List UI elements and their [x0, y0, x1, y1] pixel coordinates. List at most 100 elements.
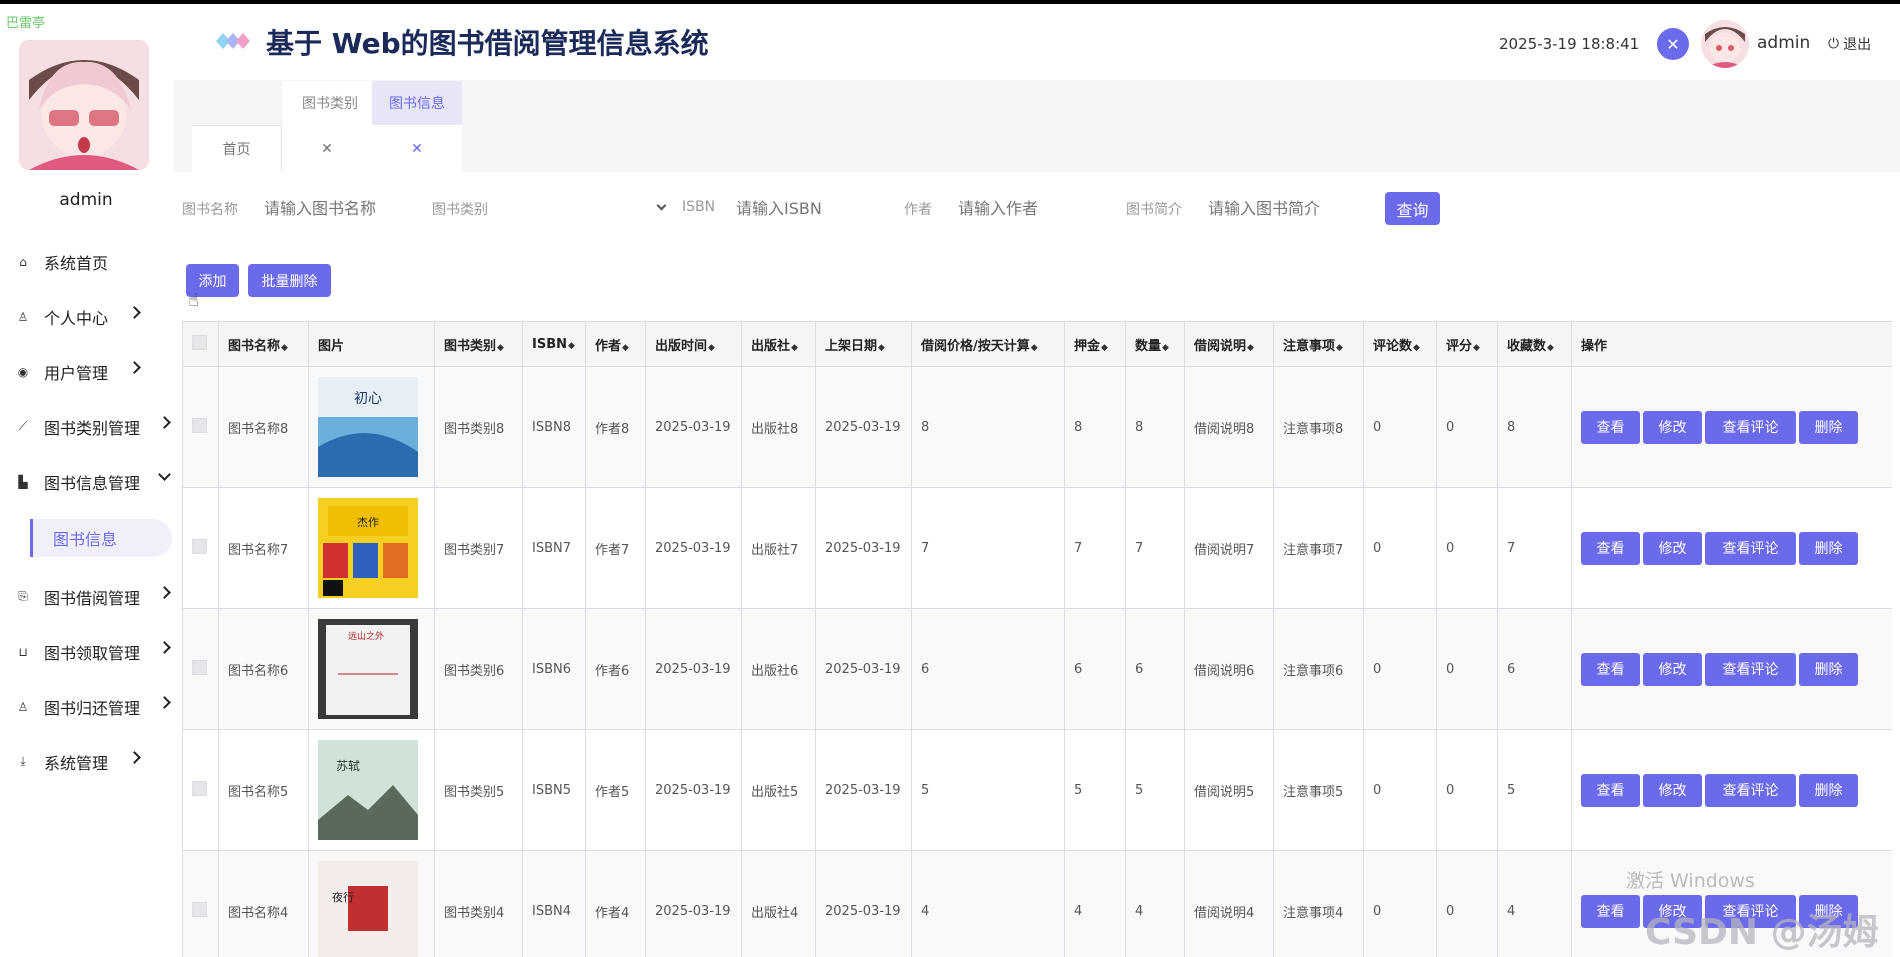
cell-caution: 注意事项6 — [1273, 608, 1364, 730]
header-score[interactable]: 评分◆ — [1436, 321, 1498, 367]
delete-button[interactable]: 删除 — [1799, 652, 1858, 686]
cell-borrow-note: 借阅说明5 — [1184, 729, 1274, 851]
view-button[interactable]: 查看 — [1581, 894, 1640, 928]
header-avatar[interactable] — [1701, 20, 1749, 68]
header-book-name[interactable]: 图书名称◆ — [218, 321, 309, 367]
tab-close-info[interactable]: ✕ — [372, 125, 462, 172]
row-checkbox[interactable] — [192, 780, 207, 796]
select-all-checkbox[interactable] — [192, 334, 207, 350]
table-row: 图书名称8 初心 图书类别8 ISBN8 作者8 2025-03-19 出版社8… — [182, 366, 1892, 488]
header-deposit[interactable]: 押金◆ — [1064, 321, 1126, 367]
menu-item-system[interactable]: ⤓ 系统管理 — [0, 734, 172, 789]
header-shelf-date[interactable]: 上架日期◆ — [815, 321, 912, 367]
cell-price: 4 — [911, 850, 1065, 957]
chevron-down-icon[interactable] — [656, 200, 667, 211]
header-isbn[interactable]: ISBN◆ — [522, 321, 586, 367]
power-icon: ⏻ — [1828, 36, 1840, 52]
delete-button[interactable]: 删除 — [1799, 531, 1858, 565]
row-checkbox[interactable] — [192, 901, 207, 917]
header-favorites[interactable]: 收藏数◆ — [1497, 321, 1572, 367]
cell-book-name: 图书名称5 — [218, 729, 309, 851]
author-input[interactable] — [958, 193, 1108, 223]
header-publish-date[interactable]: 出版时间◆ — [645, 321, 742, 367]
sort-icon: ◆ — [568, 340, 575, 351]
row-checkbox[interactable] — [192, 538, 207, 554]
sort-icon: ◆ — [281, 342, 288, 353]
batch-delete-button[interactable]: 批量删除 — [248, 264, 331, 297]
row-checkbox[interactable] — [192, 659, 207, 675]
cell-publisher: 出版社4 — [741, 850, 816, 957]
header-borrow-note[interactable]: 借阅说明◆ — [1184, 321, 1274, 367]
view-button[interactable]: 查看 — [1581, 773, 1640, 807]
tab-close-category[interactable]: ✕ — [282, 125, 372, 172]
tab-home[interactable]: 首页 — [192, 125, 282, 172]
chevron-down-icon — [158, 468, 171, 481]
menu-item-return[interactable]: ♙ 图书归还管理 — [0, 679, 172, 734]
isbn-input[interactable] — [736, 193, 886, 223]
cell-book-name: 图书名称6 — [218, 608, 309, 730]
logout-button[interactable]: ⏻ 退出 — [1828, 34, 1871, 54]
delete-button[interactable]: 删除 — [1799, 410, 1858, 444]
book-cover-icon[interactable]: 初心 — [318, 377, 418, 477]
delete-button[interactable]: 删除 — [1799, 773, 1858, 807]
header-quantity[interactable]: 数量◆ — [1125, 321, 1185, 367]
chevron-right-icon — [158, 416, 171, 429]
menu-item-category[interactable]: ⟋ 图书类别管理 — [0, 399, 172, 454]
cell-quantity: 6 — [1125, 608, 1185, 730]
edit-button[interactable]: 修改 — [1643, 652, 1702, 686]
menu-item-borrow[interactable]: ⎘ 图书借阅管理 — [0, 569, 172, 624]
cell-isbn: ISBN5 — [522, 729, 586, 851]
edit-button[interactable]: 修改 — [1643, 410, 1702, 444]
menu-item-users[interactable]: ◉ 用户管理 — [0, 344, 172, 399]
view-button[interactable]: 查看 — [1581, 531, 1640, 565]
cell-caution: 注意事项8 — [1273, 366, 1364, 488]
sort-icon: ◆ — [791, 342, 798, 353]
header-publisher[interactable]: 出版社◆ — [741, 321, 816, 367]
book-cover-icon[interactable]: 夜行 — [318, 861, 418, 957]
tab-book-category[interactable]: 图书类别 — [282, 81, 378, 125]
svg-text:夜行: 夜行 — [332, 890, 354, 904]
menu-item-home[interactable]: ⌂ 系统首页 — [0, 234, 172, 289]
menu-item-profile[interactable]: ♙ 个人中心 — [0, 289, 172, 344]
header-caution[interactable]: 注意事项◆ — [1273, 321, 1364, 367]
cell-category: 图书类别7 — [434, 487, 523, 609]
cell-deposit: 7 — [1064, 487, 1126, 609]
cell-caution: 注意事项5 — [1273, 729, 1364, 851]
cell-comments: 0 — [1363, 608, 1437, 730]
cell-isbn: ISBN6 — [522, 608, 586, 730]
book-cover-icon[interactable]: 杰作 — [318, 498, 418, 598]
fullscreen-button[interactable]: ✕ — [1657, 28, 1689, 60]
tab-book-info[interactable]: 图书信息 — [372, 81, 462, 125]
row-select-cell — [182, 487, 219, 609]
submenu-item-bookinfo[interactable]: 图书信息 — [30, 519, 172, 557]
row-checkbox[interactable] — [192, 417, 207, 433]
cell-caution: 注意事项4 — [1273, 850, 1364, 957]
menu-item-pickup[interactable]: ⊔ 图书领取管理 — [0, 624, 172, 679]
header-comments[interactable]: 评论数◆ — [1363, 321, 1437, 367]
view-button[interactable]: 查看 — [1581, 410, 1640, 444]
view-comments-button[interactable]: 查看评论 — [1705, 531, 1796, 565]
header-price[interactable]: 借阅价格/按天计算◆ — [911, 321, 1065, 367]
edit-button[interactable]: 修改 — [1643, 531, 1702, 565]
book-name-input[interactable] — [264, 193, 414, 223]
cell-author: 作者6 — [585, 608, 646, 730]
edit-button[interactable]: 修改 — [1643, 773, 1702, 807]
cell-score: 0 — [1436, 729, 1498, 851]
home-icon: ⌂ — [19, 254, 27, 269]
header-category[interactable]: 图书类别◆ — [434, 321, 523, 367]
author-label: 作者 — [904, 202, 932, 218]
view-comments-button[interactable]: 查看评论 — [1705, 410, 1796, 444]
query-button[interactable]: 查询 — [1385, 192, 1440, 225]
cell-comments: 0 — [1363, 850, 1437, 957]
cell-category: 图书类别4 — [434, 850, 523, 957]
intro-input[interactable] — [1208, 193, 1358, 223]
view-comments-button[interactable]: 查看评论 — [1705, 652, 1796, 686]
book-cover-icon[interactable]: 远山之外 — [318, 619, 418, 719]
select-all-cell — [182, 321, 219, 367]
view-comments-button[interactable]: 查看评论 — [1705, 773, 1796, 807]
book-cover-icon[interactable]: 苏轼 — [318, 740, 418, 840]
menu-item-bookinfo[interactable]: ▙ 图书信息管理 — [0, 454, 172, 509]
person-icon: ♙ — [17, 699, 29, 714]
view-button[interactable]: 查看 — [1581, 652, 1640, 686]
header-author[interactable]: 作者◆ — [585, 321, 646, 367]
